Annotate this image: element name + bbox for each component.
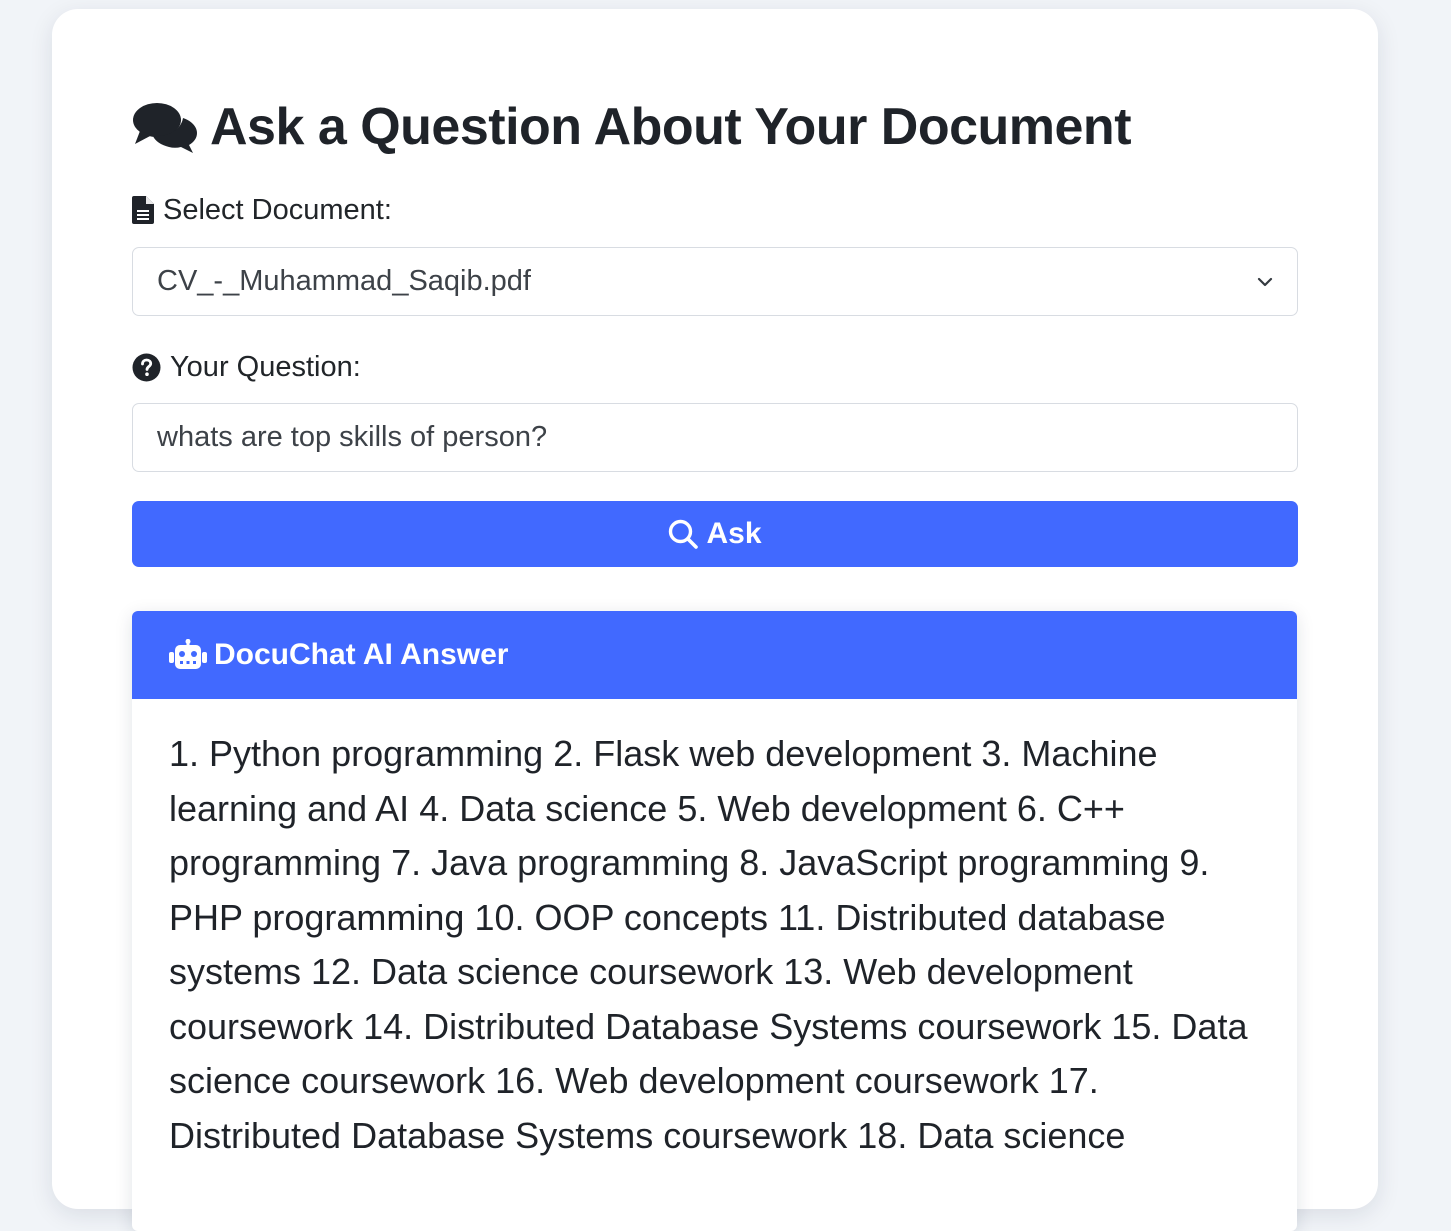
comments-icon <box>132 100 198 154</box>
document-label: Select Document: <box>132 183 1298 237</box>
page-title-text: Ask a Question About Your Document <box>210 98 1132 156</box>
ask-button-label: Ask <box>706 517 762 550</box>
question-label-text: Your Question: <box>170 350 361 383</box>
question-input[interactable]: whats are top skills of person? <box>132 403 1298 472</box>
circle-question-icon <box>132 353 161 382</box>
question-input-value: whats are top skills of person? <box>157 421 548 453</box>
file-lines-icon <box>132 196 154 224</box>
question-label: Your Question: <box>132 340 1298 394</box>
answer-header: DocuChat AI Answer <box>132 611 1297 699</box>
answer-text: 1. Python programming 2. Flask web devel… <box>169 733 1248 1156</box>
robot-icon <box>169 639 207 671</box>
chevron-down-icon <box>1257 277 1273 287</box>
main-card: Ask a Question About Your Document Selec… <box>52 9 1378 1231</box>
ask-button[interactable]: Ask <box>132 501 1298 567</box>
document-label-text: Select Document: <box>163 193 392 226</box>
page-title: Ask a Question About Your Document <box>132 87 1298 167</box>
answer-header-text: DocuChat AI Answer <box>214 638 509 671</box>
magnifying-glass-icon <box>668 519 699 549</box>
document-select[interactable]: CV_-_Muhammad_Saqib.pdf <box>132 247 1298 316</box>
answer-card: DocuChat AI Answer 1. Python programming… <box>132 611 1297 1231</box>
document-select-value: CV_-_Muhammad_Saqib.pdf <box>157 265 531 297</box>
